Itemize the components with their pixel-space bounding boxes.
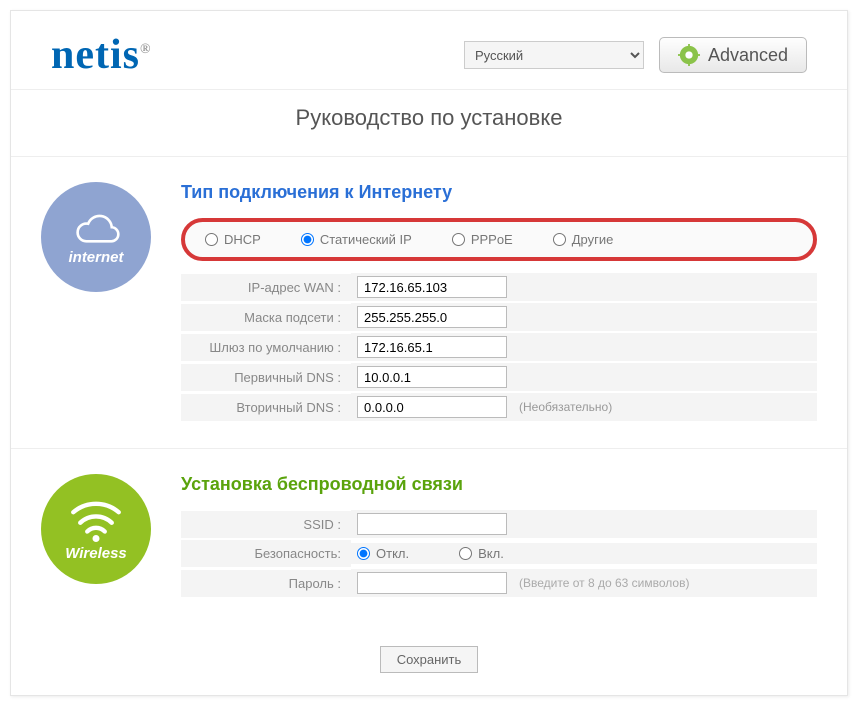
subnet-input[interactable] (357, 306, 507, 328)
wan-ip-input[interactable] (357, 276, 507, 298)
advanced-button[interactable]: Advanced (659, 37, 807, 73)
radio-security-off[interactable]: Откл. (357, 546, 409, 561)
radio-security-on[interactable]: Вкл. (459, 546, 504, 561)
radio-pppoe[interactable]: PPPoE (452, 232, 513, 247)
logo: netis® (51, 31, 151, 79)
dns2-input[interactable] (357, 396, 507, 418)
gateway-input[interactable] (357, 336, 507, 358)
password-hint: (Введите от 8 до 63 символов) (519, 576, 689, 590)
wireless-section: Wireless Установка беспроводной связи SS… (11, 448, 847, 624)
dns1-label: Первичный DNS : (181, 364, 351, 391)
wireless-badge: Wireless (41, 474, 151, 584)
dns1-input[interactable] (357, 366, 507, 388)
wifi-icon (68, 497, 124, 545)
subnet-label: Маска подсети : (181, 304, 351, 331)
internet-badge: internet (41, 182, 151, 292)
radio-other[interactable]: Другие (553, 232, 614, 247)
gear-icon (678, 44, 700, 66)
password-label: Пароль : (181, 570, 351, 597)
wireless-section-title: Установка беспроводной связи (181, 474, 817, 495)
dns2-label: Вторичный DNS : (181, 394, 351, 421)
ssid-label: SSID : (181, 511, 351, 538)
page-title: Руководство по установке (11, 89, 847, 156)
gateway-label: Шлюз по умолчанию : (181, 334, 351, 361)
connection-type-row: DHCP Статический IP PPPoE Другие (181, 218, 817, 261)
language-select[interactable]: Русский (464, 41, 644, 69)
internet-section: internet Тип подключения к Интернету DHC… (11, 156, 847, 448)
advanced-label: Advanced (708, 45, 788, 66)
password-input[interactable] (357, 572, 507, 594)
save-button[interactable]: Сохранить (380, 646, 479, 673)
cloud-icon (68, 209, 124, 249)
internet-section-title: Тип подключения к Интернету (181, 182, 817, 203)
security-label: Безопасность: (181, 540, 351, 567)
ssid-input[interactable] (357, 513, 507, 535)
wan-ip-label: IP-адрес WAN : (181, 274, 351, 301)
radio-dhcp[interactable]: DHCP (205, 232, 261, 247)
dns2-hint: (Необязательно) (519, 400, 612, 414)
radio-static-ip[interactable]: Статический IP (301, 232, 412, 247)
